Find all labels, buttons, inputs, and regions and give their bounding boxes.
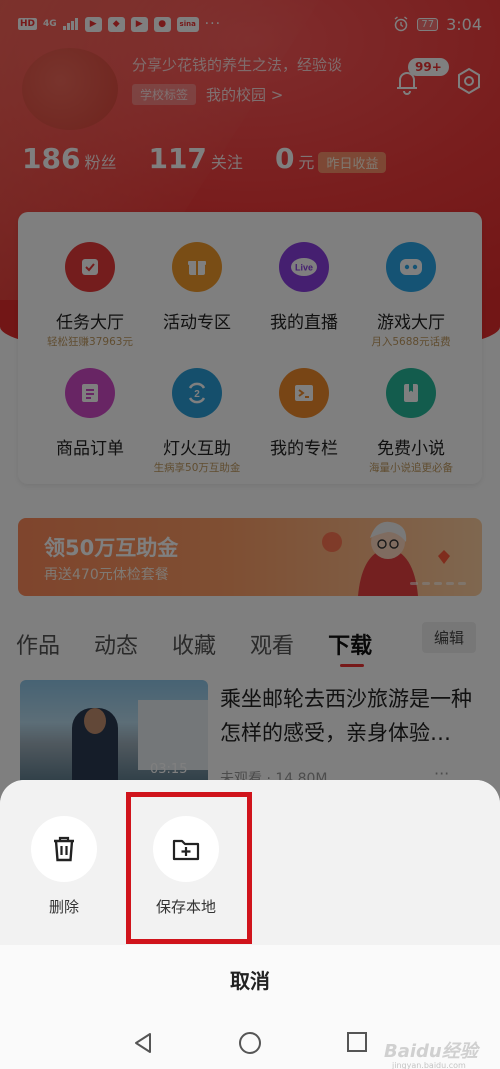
delete-action[interactable]: 删除 bbox=[14, 816, 114, 917]
nav-recent-apps-icon[interactable] bbox=[346, 1031, 368, 1053]
trash-icon bbox=[54, 836, 74, 862]
watermark-url: jingyan.baidu.com bbox=[392, 1061, 466, 1069]
system-nav-bar: Baidu经验 jingyan.baidu.com bbox=[0, 1017, 500, 1069]
delete-button[interactable] bbox=[31, 816, 97, 882]
highlight-annotation-box bbox=[126, 792, 252, 944]
delete-label: 删除 bbox=[48, 898, 79, 916]
action-sheet-footer: 取消 Baidu经验 jingyan.baidu.com bbox=[0, 945, 500, 1069]
nav-home-icon[interactable] bbox=[238, 1031, 262, 1055]
action-sheet-actions: 删除 保存本地 bbox=[0, 780, 500, 945]
cancel-button[interactable]: 取消 bbox=[0, 965, 500, 994]
baidu-jingyan-watermark: Baidu经验 bbox=[384, 1041, 478, 1062]
action-sheet: 删除 保存本地 取消 Baidu经验 jingyan.baidu.com bbox=[0, 780, 500, 1069]
nav-back-icon[interactable] bbox=[132, 1031, 154, 1055]
